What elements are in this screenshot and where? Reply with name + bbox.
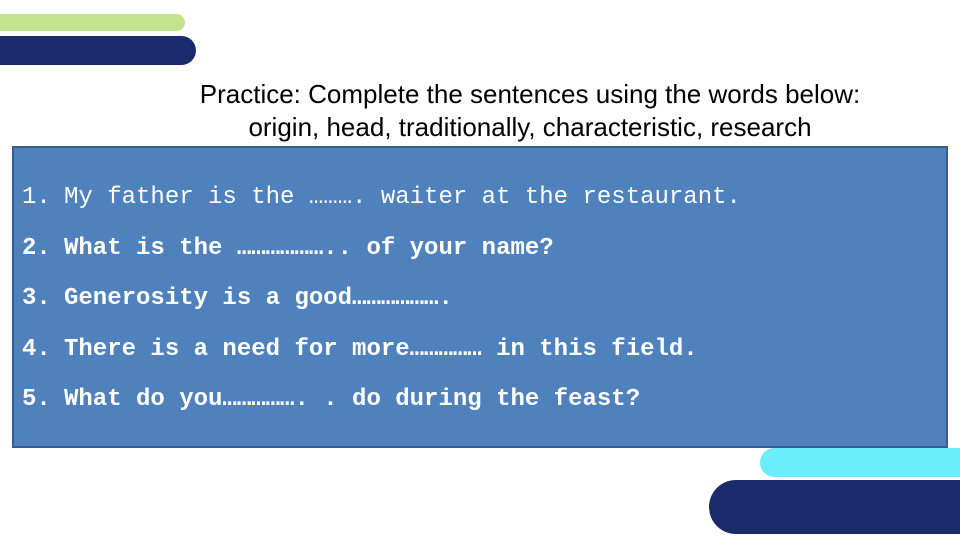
sentence-text: My father is the ………. waiter at the rest…	[64, 184, 741, 211]
slide-title: Practice: Complete the sentences using t…	[100, 78, 960, 144]
sentence-text: There is a need for more…………… in this fi…	[64, 335, 698, 363]
sentence-number: 3.	[22, 285, 51, 312]
sentence-item-3: 3. Generosity is a good……………….	[22, 285, 741, 336]
decorative-green-bar	[0, 14, 185, 31]
exercise-box: 1. My father is the ………. waiter at the r…	[12, 146, 948, 448]
sentence-text: Generosity is a good……………….	[64, 285, 453, 312]
sentence-text: What is the ……………….. of your name?	[64, 234, 554, 262]
sentence-text: What do you……………. . do during the feast?	[64, 386, 641, 413]
title-instruction: Practice: Complete the sentences using t…	[199, 79, 861, 109]
decorative-cyan-bar	[760, 448, 960, 477]
sentence-item-2: 2. What is the ……………….. of your name?	[22, 235, 741, 286]
sentence-number: 2.	[22, 234, 51, 262]
sentence-item-5: 5. What do you……………. . do during the fea…	[22, 386, 741, 437]
sentence-item-1: 1. My father is the ………. waiter at the r…	[22, 184, 741, 235]
sentence-number: 4.	[22, 335, 51, 363]
sentence-number: 5.	[22, 386, 51, 413]
sentence-item-4: 4. There is a need for more…………… in this…	[22, 336, 741, 387]
sentence-list: 1. My father is the ………. waiter at the r…	[22, 184, 741, 437]
decorative-navy-bar-top	[0, 36, 196, 65]
decorative-navy-bar-bottom	[709, 480, 960, 534]
sentence-number: 1.	[22, 184, 51, 211]
title-word-bank: origin, head, traditionally, characteris…	[248, 112, 812, 142]
